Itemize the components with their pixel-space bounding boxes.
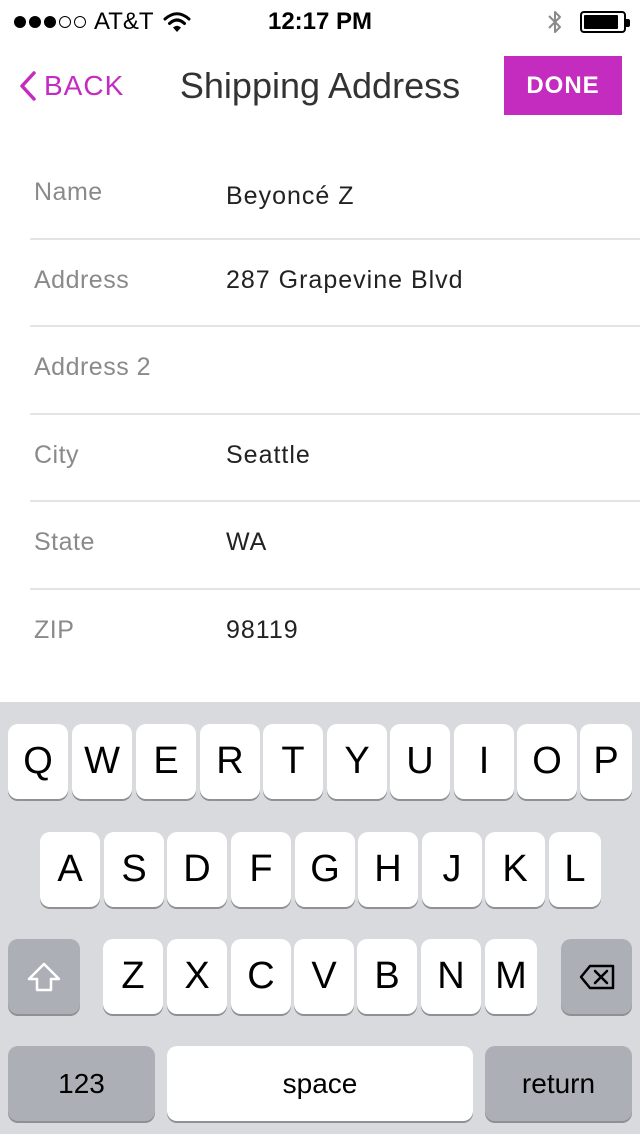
state-field[interactable]: WA xyxy=(226,528,267,557)
backspace-key[interactable] xyxy=(561,939,632,1014)
name-field[interactable]: Beyoncé Z xyxy=(226,182,355,211)
key-o[interactable]: O xyxy=(517,724,577,799)
field-label: City xyxy=(34,440,80,469)
key-j[interactable]: J xyxy=(422,832,482,907)
key-g[interactable]: G xyxy=(295,832,355,907)
status-bar: AT&T 12:17 PM xyxy=(0,0,640,44)
field-label: Name xyxy=(34,178,103,206)
key-d[interactable]: D xyxy=(167,832,227,907)
shipping-address-form: Name Beyoncé Z Address 287 Grapevine Blv… xyxy=(0,152,640,677)
space-key[interactable]: space xyxy=(167,1046,473,1121)
key-x[interactable]: X xyxy=(167,939,227,1014)
key-w[interactable]: W xyxy=(72,724,132,799)
key-i[interactable]: I xyxy=(454,724,514,799)
key-b[interactable]: B xyxy=(357,939,417,1014)
return-key[interactable]: return xyxy=(485,1046,632,1121)
key-q[interactable]: Q xyxy=(8,724,68,799)
key-u[interactable]: U xyxy=(390,724,450,799)
key-c[interactable]: C xyxy=(231,939,291,1014)
key-n[interactable]: N xyxy=(421,939,481,1014)
status-right xyxy=(546,8,630,36)
key-r[interactable]: R xyxy=(200,724,260,799)
back-button-label: BACK xyxy=(44,70,125,101)
key-a[interactable]: A xyxy=(40,832,100,907)
form-row-name[interactable]: Name Beyoncé Z xyxy=(30,152,640,240)
page-title: Shipping Address xyxy=(179,65,461,106)
bluetooth-icon xyxy=(548,11,561,33)
field-label: Address 2 xyxy=(34,353,152,381)
field-label: ZIP xyxy=(34,615,75,644)
backspace-icon xyxy=(579,964,614,989)
form-row-state[interactable]: State WA xyxy=(30,502,640,590)
key-s[interactable]: S xyxy=(104,832,164,907)
key-l[interactable]: L xyxy=(549,832,601,907)
chevron-left-icon xyxy=(20,71,36,101)
key-m[interactable]: M xyxy=(485,939,537,1014)
navigation-bar: BACK Shipping Address DONE xyxy=(0,44,640,132)
city-field[interactable]: Seattle xyxy=(226,441,311,470)
key-v[interactable]: V xyxy=(294,939,354,1014)
form-row-zip[interactable]: ZIP 98119 xyxy=(30,590,640,678)
back-button[interactable]: BACK xyxy=(18,66,124,106)
form-row-address-2[interactable]: Address 2 xyxy=(30,327,640,415)
form-row-address[interactable]: Address 287 Grapevine Blvd xyxy=(30,240,640,327)
key-p[interactable]: P xyxy=(580,724,632,799)
zip-field[interactable]: 98119 xyxy=(226,616,299,645)
key-f[interactable]: F xyxy=(231,832,291,907)
battery-tip xyxy=(626,19,630,27)
status-time: 12:17 PM xyxy=(267,8,373,35)
numbers-key[interactable]: 123 xyxy=(8,1046,155,1121)
form-row-city[interactable]: City Seattle xyxy=(30,415,640,502)
address-field[interactable]: 287 Grapevine Blvd xyxy=(226,266,464,295)
battery-icon xyxy=(580,11,630,33)
battery-fill xyxy=(584,15,619,29)
key-e[interactable]: E xyxy=(136,724,196,799)
onscreen-keyboard: Q W E R T Y U I O P A S D F G H J K L Z … xyxy=(0,702,640,1134)
shift-key[interactable] xyxy=(8,939,80,1014)
field-label: Address xyxy=(34,265,130,294)
key-t[interactable]: T xyxy=(263,724,323,799)
field-label: State xyxy=(34,528,95,556)
key-y[interactable]: Y xyxy=(327,724,387,799)
key-h[interactable]: H xyxy=(358,832,418,907)
shift-icon xyxy=(27,962,61,991)
done-button[interactable]: DONE xyxy=(504,56,622,115)
key-z[interactable]: Z xyxy=(103,939,163,1014)
key-k[interactable]: K xyxy=(485,832,545,907)
